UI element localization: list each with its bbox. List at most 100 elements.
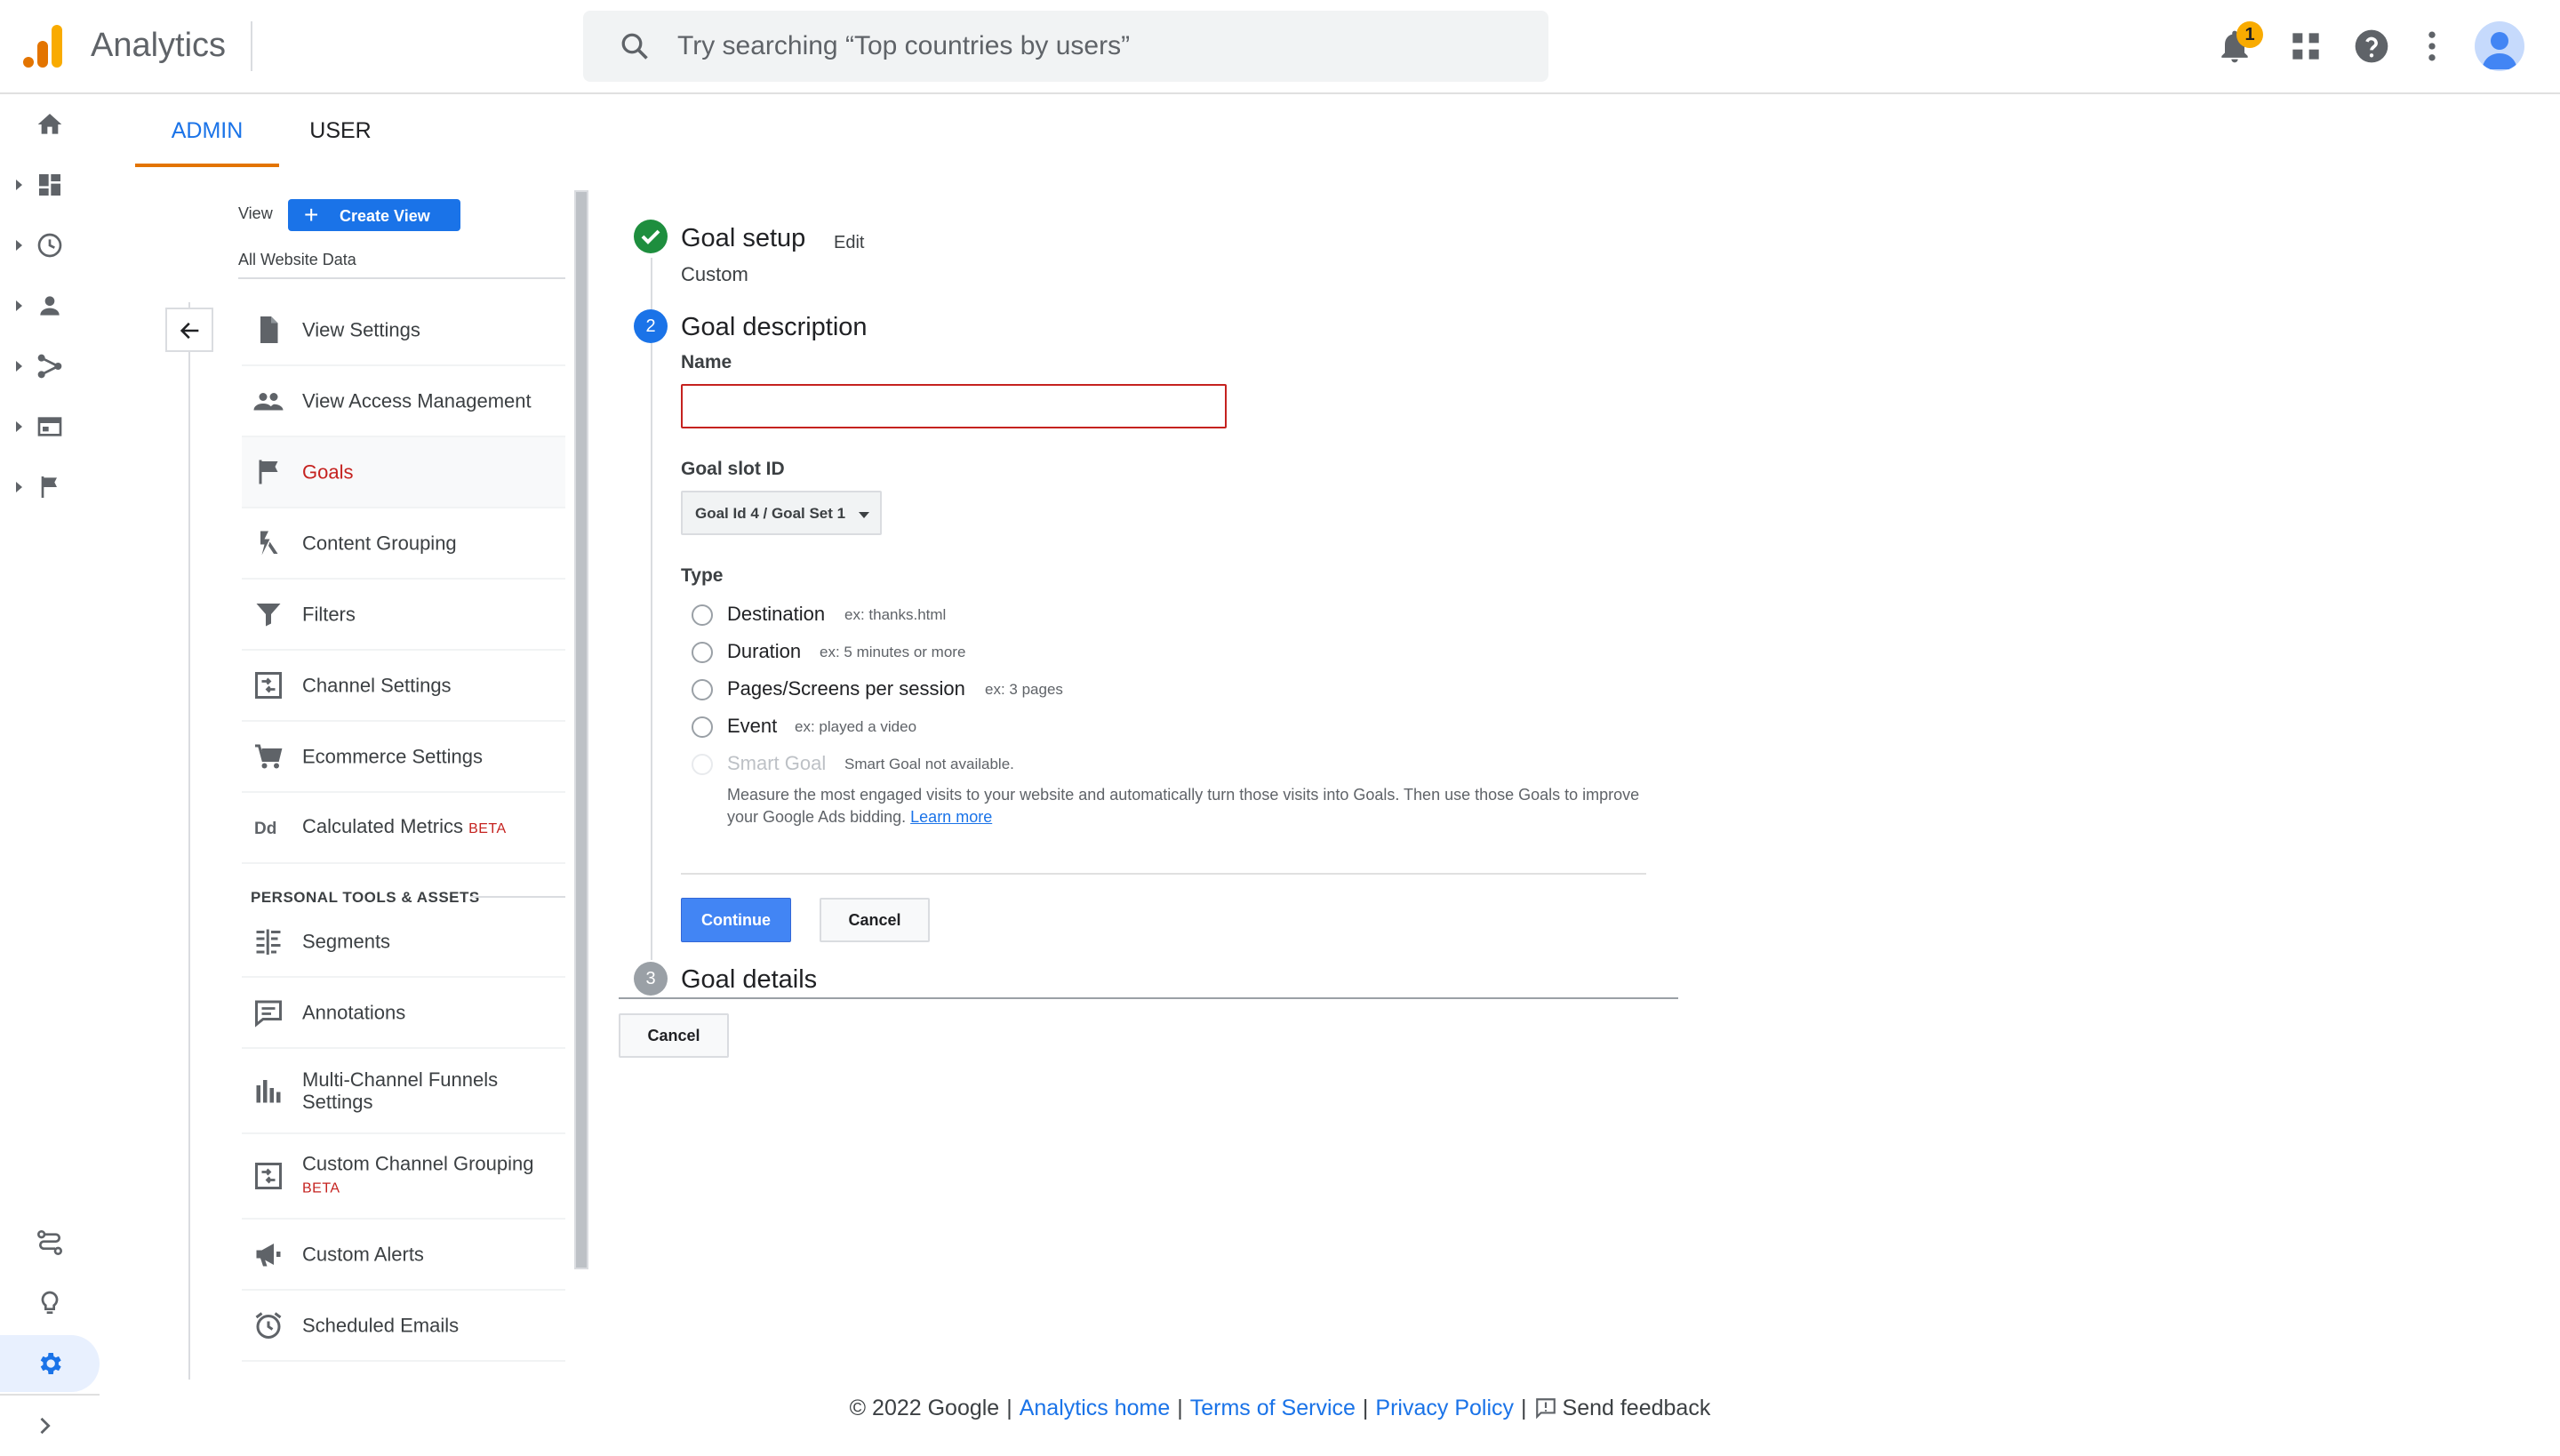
account-avatar[interactable] <box>2475 21 2524 71</box>
menu-item-label: Scheduled Emails <box>302 1314 460 1337</box>
smart-goal-description: Measure the most engaged visits to your … <box>727 786 1640 826</box>
send-feedback-link[interactable]: Send feedback <box>1534 1396 1710 1420</box>
menu-item-goals[interactable]: Goals <box>242 437 565 508</box>
rail-attribution[interactable] <box>0 1214 100 1271</box>
rail-audience[interactable] <box>0 277 100 334</box>
goal-slot-label: Goal slot ID <box>681 459 785 479</box>
rail-behavior[interactable] <box>0 398 100 455</box>
learn-more-link[interactable]: Learn more <box>910 808 992 826</box>
goal-setup-value: Custom <box>681 263 748 285</box>
section-divider <box>471 896 565 898</box>
rail-discover[interactable] <box>0 1275 100 1332</box>
menu-item-ecommerce[interactable]: Ecommerce Settings <box>242 722 565 793</box>
conversions-flag-icon <box>41 476 57 498</box>
analytics-home-link[interactable]: Analytics home <box>1020 1396 1171 1420</box>
step1-title: Goal setup <box>681 224 806 252</box>
flag-icon <box>259 460 278 484</box>
search-input[interactable] <box>677 11 1513 82</box>
menu-item-label: Calculated Metrics BETA <box>302 815 507 837</box>
menu-item-segments[interactable]: Segments <box>242 907 565 978</box>
step3-title: Goal details <box>681 965 818 994</box>
step-connector-line <box>651 258 652 960</box>
expand-caret-icon <box>16 240 22 251</box>
name-label: Name <box>681 352 732 372</box>
feedback-icon <box>1535 1398 1556 1420</box>
continue-button[interactable]: Continue <box>681 898 791 942</box>
scrollbar-thumb[interactable] <box>576 192 587 1268</box>
menu-item-label: Custom Alerts <box>302 1243 424 1266</box>
menu-item-mcf-settings[interactable]: Multi-Channel Funnels Settings <box>242 1049 565 1134</box>
home-icon <box>37 114 62 134</box>
content-grouping-icon <box>260 531 278 556</box>
channel-icon <box>255 1163 282 1189</box>
audience-person-icon <box>40 296 60 316</box>
goal-name-input[interactable] <box>681 384 1227 428</box>
menu-item-label: Segments <box>302 930 391 953</box>
menu-item-view-access[interactable]: View Access Management <box>242 366 565 437</box>
menu-item-content-grouping[interactable]: Content Grouping <box>242 508 565 580</box>
rail-realtime[interactable] <box>0 217 100 274</box>
step2-number: 2 <box>634 309 668 343</box>
type-option-label: Event <box>727 715 778 737</box>
apps-grid-icon[interactable] <box>2286 27 2325 66</box>
menu-item-calculated-metrics[interactable]: Dd Calculated Metrics BETA <box>242 793 565 864</box>
tab-user[interactable]: USER <box>292 94 389 167</box>
type-option-label: Smart Goal <box>727 752 827 774</box>
radio-button[interactable] <box>692 604 713 626</box>
goal-slot-select[interactable]: Goal Id 4 / Goal Set 1 <box>681 491 882 535</box>
search-icon <box>621 33 648 60</box>
menu-item-view-settings[interactable]: View Settings <box>242 295 565 366</box>
title-divider <box>251 21 252 71</box>
type-option-hint: ex: played a video <box>795 718 917 735</box>
radio-button[interactable] <box>692 679 713 700</box>
type-option-hint: Smart Goal not available. <box>844 756 1014 772</box>
person-icon <box>2482 32 2517 69</box>
menu-item-filters[interactable]: Filters <box>242 580 565 651</box>
menu-item-annotations[interactable]: Annotations <box>242 978 565 1049</box>
rail-conversions[interactable] <box>0 459 100 516</box>
tab-admin[interactable]: ADMIN <box>135 94 279 167</box>
rail-acquisition[interactable] <box>0 338 100 395</box>
edit-goal-setup-link[interactable]: Edit <box>834 233 864 253</box>
column-connector-line <box>188 302 190 1380</box>
view-selector[interactable]: All Website Data <box>238 251 356 269</box>
rail-home[interactable] <box>0 96 100 153</box>
back-button[interactable] <box>165 308 213 352</box>
menu-item-custom-alerts[interactable]: Custom Alerts <box>242 1220 565 1291</box>
type-option-hint: ex: 5 minutes or more <box>820 644 966 660</box>
plus-icon: + <box>304 201 319 228</box>
radio-button[interactable] <box>692 642 713 663</box>
rail-admin[interactable] <box>0 1335 100 1392</box>
search-bar[interactable] <box>583 11 1548 82</box>
menu-item-channel-settings[interactable]: Channel Settings <box>242 651 565 722</box>
terms-link[interactable]: Terms of Service <box>1190 1396 1356 1420</box>
top-app-bar: Analytics 1 <box>0 0 2560 94</box>
dashboard-icon <box>39 174 60 196</box>
menu-item-label: Content Grouping <box>302 532 457 555</box>
create-view-button[interactable]: + Create View <box>288 199 460 231</box>
expand-caret-icon <box>16 482 22 492</box>
more-vert-icon[interactable] <box>2412 27 2452 66</box>
menu-item-scheduled-emails[interactable]: Scheduled Emails <box>242 1291 565 1362</box>
megaphone-icon <box>256 1244 281 1267</box>
form-divider <box>681 873 1646 875</box>
section-title-personal: PERSONAL TOOLS & ASSETS <box>251 889 480 906</box>
menu-item-label: View Access Management <box>302 389 532 412</box>
filter-icon <box>256 604 281 627</box>
analytics-logo-icon[interactable] <box>21 23 64 69</box>
app-title: Analytics <box>91 27 227 64</box>
step-cancel-button[interactable]: Cancel <box>820 898 930 942</box>
behavior-icon <box>37 417 62 436</box>
bar-chart-icon <box>256 1080 281 1103</box>
menu-item-label: Annotations <box>302 1001 406 1024</box>
help-icon[interactable] <box>2352 27 2391 66</box>
dropdown-arrow-icon <box>859 512 869 518</box>
radio-button[interactable] <box>692 716 713 738</box>
menu-item-custom-channel-grouping[interactable]: Custom Channel Grouping BETA <box>242 1134 565 1220</box>
privacy-link[interactable]: Privacy Policy <box>1375 1396 1514 1420</box>
step3-number: 3 <box>634 962 668 996</box>
cancel-button[interactable]: Cancel <box>619 1013 729 1058</box>
create-view-label: Create View <box>340 207 430 225</box>
rail-customization[interactable] <box>0 156 100 213</box>
view-selector-underline <box>238 277 565 279</box>
